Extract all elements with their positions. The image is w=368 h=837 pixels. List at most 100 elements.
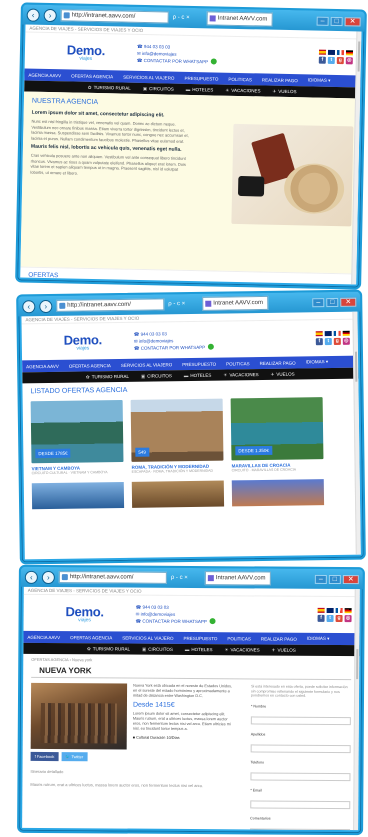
browser-tab[interactable]: Intranet AAVV.com [202,295,269,311]
forward-icon[interactable]: › [43,8,57,22]
offer-image[interactable]: DESDE 1.350€ [230,397,324,461]
menu-item[interactable]: POLITICAS [227,636,251,641]
back-icon[interactable]: ‹ [26,8,40,22]
menu-item[interactable]: OFERTAS AGENCIA [71,73,113,79]
menu-item[interactable]: AGENCIA AAVV [28,72,61,78]
twitter-icon[interactable]: t [324,338,332,346]
twitter-share-button[interactable]: 🐦 Twitter [61,752,88,762]
menu-item[interactable]: OFERTAS AGENCIA [70,635,112,640]
submenu-item[interactable]: ✿ TURISMO RURAL [87,646,130,652]
menu-item[interactable]: IDIOMAS ▾ [308,77,331,83]
menu-item[interactable]: REALIZAR PAGO [262,77,298,83]
menu-item[interactable]: OFERTAS AGENCIA [69,363,111,369]
submenu-item[interactable]: ☀ VACACIONES [223,372,258,378]
submenu-item[interactable]: ▣ CIRCUITOS [142,646,173,652]
whatsapp-link[interactable]: ☎ CONTACTAR POR WHATSAPP [134,343,215,351]
submenu-item[interactable]: ✈ VUELOS [271,371,295,377]
twitter-icon[interactable]: t [327,56,335,64]
site-logo[interactable]: Demo. viajes [58,332,108,352]
menu-item[interactable]: POLITICAS [228,76,252,81]
close-icon[interactable]: ✕ [344,16,361,27]
menu-item[interactable]: PRESUPUESTO [184,75,218,81]
instagram-icon[interactable]: ◎ [344,615,352,623]
submenu-item[interactable]: ▬ HOTELES [185,647,213,652]
menu-item[interactable]: PRESUPUESTO [182,361,216,366]
offer-image[interactable]: 549 [130,398,224,462]
maximize-icon[interactable]: □ [326,297,339,307]
forward-icon[interactable]: › [41,570,55,584]
minimize-icon[interactable]: – [312,297,325,307]
facebook-icon[interactable]: f [317,614,325,622]
forward-icon[interactable]: › [39,299,53,313]
googleplus-icon[interactable]: g [335,615,343,623]
offer-card[interactable]: 549 ROMA, TRADICIÓN Y MODERNIDAD ESCAPAD… [130,398,224,474]
flag-es-icon[interactable] [315,331,323,337]
menu-item[interactable]: REALIZAR PAGO [261,636,297,641]
submenu-item[interactable]: ✈ VUELOS [272,647,296,653]
flag-fr-icon[interactable] [335,608,343,614]
phone-input[interactable] [250,772,351,782]
menu-item[interactable]: IDIOMAS ▾ [306,359,329,365]
address-controls[interactable]: ρ - c × [171,575,201,581]
flag-es-icon[interactable] [318,49,327,55]
flag-en-icon[interactable] [326,607,334,613]
submenu-item[interactable]: ▬ HOTELES [186,87,214,93]
facebook-icon[interactable]: f [315,338,323,346]
submenu-item[interactable]: ☀ VACACIONES [225,87,260,94]
flag-fr-icon[interactable] [333,330,341,336]
flag-fr-icon[interactable] [336,50,345,56]
browser-tab[interactable]: Intranet AAVV.com [206,11,273,27]
flag-en-icon[interactable] [327,49,336,55]
scrollbar[interactable] [352,311,361,555]
instagram-icon[interactable]: ◎ [345,57,353,65]
offer-image[interactable]: DESDE 1785€ [30,399,124,464]
flag-de-icon[interactable] [345,50,354,56]
whatsapp-link[interactable]: ☎ CONTACTAR POR WHATSAPP [136,617,216,625]
flag-en-icon[interactable] [324,331,332,337]
comments-input[interactable] [250,828,351,831]
menu-item[interactable]: SERVICIOS AL VIAJERO [122,635,173,640]
minimize-icon[interactable]: – [314,574,327,584]
address-controls[interactable]: ρ - c × [168,301,198,307]
address-bar[interactable]: http://intranet.aavv.com/ [56,298,165,312]
menu-item[interactable]: IDIOMAS ▾ [307,636,330,642]
instagram-icon[interactable]: ◎ [342,337,350,345]
offer-card[interactable]: DESDE 1785€ VIETNAM Y CAMBOYA CIRCUITO C… [30,399,124,475]
menu-item[interactable]: SERVICIOS AL VIAJERO [123,74,174,80]
menu-item[interactable]: SERVICIOS AL VIAJERO [121,362,172,368]
submenu-item[interactable]: ▬ HOTELES [184,373,212,378]
submenu-item[interactable]: ✿ TURISMO RURAL [86,373,129,380]
submenu-item[interactable]: ☀ VACACIONES [224,647,259,653]
site-logo[interactable]: Demo. viajes [61,42,111,62]
scrollbar-thumb[interactable] [357,41,361,72]
site-logo[interactable]: Demo. viajes [60,604,110,623]
name-input[interactable] [250,716,351,726]
scrollbar[interactable] [353,589,360,831]
offer-image[interactable] [231,479,325,507]
address-bar[interactable]: http://intranet.aavv.com/ [60,9,169,24]
flag-es-icon[interactable] [317,607,325,613]
offer-image[interactable] [31,481,125,510]
submenu-item[interactable]: ✈ VUELOS [272,88,296,95]
menu-item[interactable]: POLITICAS [226,361,250,366]
offer-card[interactable]: DESDE 1.350€ MARAVILLAS DE CROACIA CIRCU… [230,397,324,472]
maximize-icon[interactable]: □ [328,574,341,584]
submenu-item[interactable]: ▣ CIRCUITOS [141,373,172,379]
close-icon[interactable]: ✕ [342,574,359,584]
address-bar[interactable]: http://intranet.aavv.com/ [58,571,167,584]
maximize-icon[interactable]: □ [330,16,343,26]
scrollbar-thumb[interactable] [356,649,359,680]
email-input[interactable] [250,800,351,810]
twitter-icon[interactable]: t [326,614,334,622]
menu-item[interactable]: AGENCIA AAVV [27,634,60,639]
back-icon[interactable]: ‹ [24,570,38,584]
scrollbar-thumb[interactable] [354,351,358,382]
facebook-icon[interactable]: f [318,56,326,64]
menu-item[interactable]: PRESUPUESTO [183,635,217,640]
googleplus-icon[interactable]: g [336,57,344,65]
back-icon[interactable]: ‹ [22,299,36,313]
minimize-icon[interactable]: – [316,16,329,26]
surname-input[interactable] [250,744,351,754]
submenu-item[interactable]: ✿ TURISMO RURAL [88,84,131,91]
menu-item[interactable]: AGENCIA AAVV [26,363,59,368]
